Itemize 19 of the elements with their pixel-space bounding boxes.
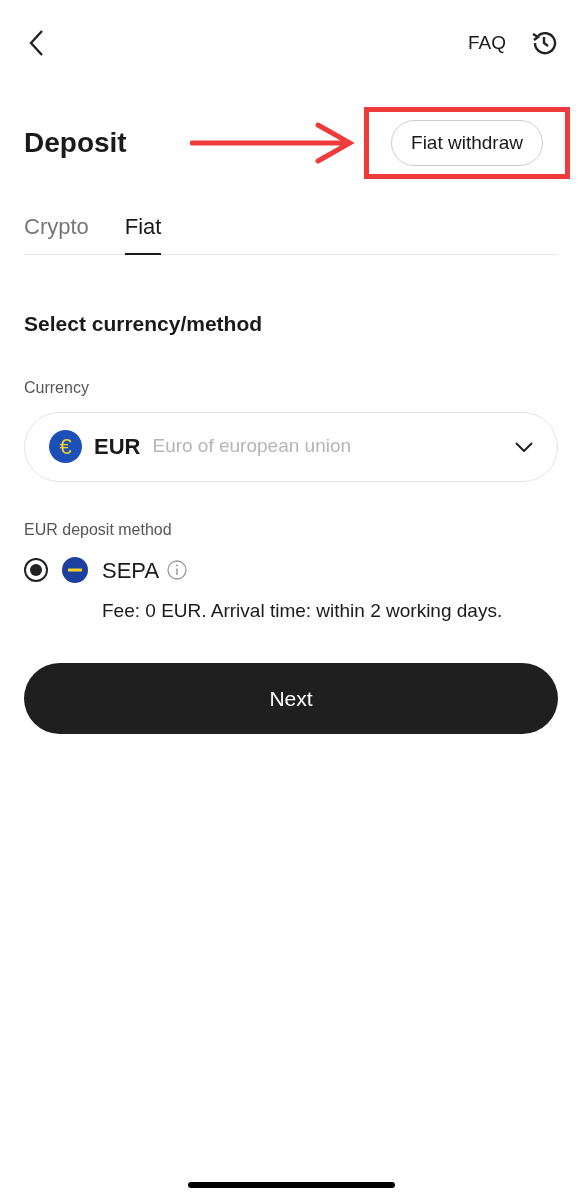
back-icon[interactable] [28, 29, 44, 57]
chevron-down-icon [515, 441, 533, 452]
currency-code: EUR [94, 433, 141, 461]
method-name: SEPA [102, 556, 160, 585]
info-icon[interactable] [167, 560, 188, 580]
logo-icon [62, 557, 88, 583]
faq-link[interactable]: FAQ [468, 28, 506, 58]
tab[interactable]: Crypto [24, 200, 89, 255]
page-title: Deposit [24, 126, 128, 160]
history-icon[interactable] [530, 29, 558, 57]
radio-button[interactable] [24, 558, 48, 582]
next-button[interactable]: Next [24, 663, 558, 734]
fee-text: Fee: 0 EUR. Arrival time: within 2 working days. [102, 598, 504, 623]
currency-name: Euro of european union [152, 434, 353, 459]
tab[interactable]: Fiat [124, 200, 162, 255]
section-title: Select currency/method [24, 311, 264, 337]
method-label: EUR deposit method [24, 519, 173, 540]
currency-label: Currency [24, 377, 90, 398]
euro-icon: € [49, 430, 82, 463]
